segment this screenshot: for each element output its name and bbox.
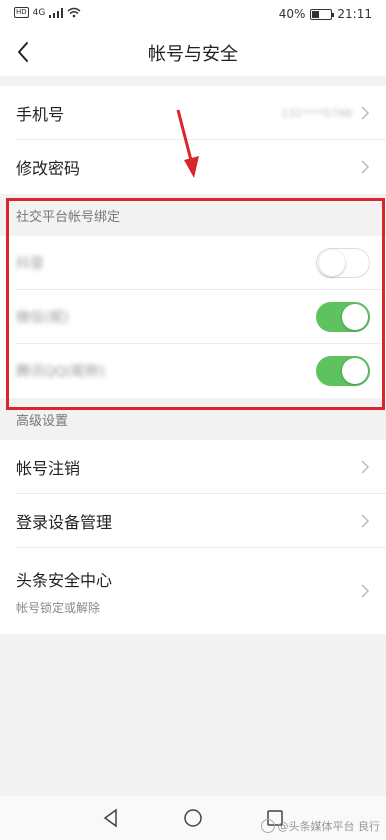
social-item-qq: 腾讯QQ(昵称) (0, 344, 386, 398)
change-password-label: 修改密码 (16, 159, 81, 178)
status-right: 40% 21:11 (279, 7, 372, 21)
battery-icon (310, 8, 335, 20)
battery-percent: 40% (278, 7, 306, 21)
back-arrow-icon[interactable] (12, 40, 36, 64)
signal-icon (49, 7, 64, 18)
qq-toggle[interactable] (316, 356, 370, 386)
nav-back-icon[interactable] (100, 807, 122, 829)
advanced-settings-header: 高级设置 (0, 398, 386, 440)
chevron-right-icon (361, 584, 370, 598)
device-management-row[interactable]: 登录设备管理 (0, 494, 386, 548)
battery-fill (312, 10, 320, 18)
douyin-toggle[interactable] (316, 248, 370, 278)
chevron-right-icon (361, 106, 370, 120)
toggle-knob (342, 358, 368, 384)
social-item-label: 微信(昵) (16, 310, 69, 326)
wifi-icon (67, 7, 81, 18)
nav-home-icon[interactable] (182, 807, 204, 829)
social-item-label: 腾讯QQ(昵称) (16, 364, 105, 380)
security-center-sub: 帐号锁定或解除 (16, 600, 101, 615)
section-gap (0, 76, 386, 86)
toggle-knob (319, 250, 345, 276)
chevron-right-icon (361, 514, 370, 528)
page-title: 帐号与安全 (148, 44, 238, 65)
security-center-text: 头条安全中心 帐号锁定或解除 (16, 567, 112, 616)
hd-badge: HD (14, 7, 29, 18)
change-password-row[interactable]: 修改密码 (0, 140, 386, 194)
social-item-label: 抖音 (16, 256, 44, 272)
status-left: HD 4G (14, 7, 81, 18)
device-management-label: 登录设备管理 (16, 513, 113, 532)
chevron-right-icon (361, 160, 370, 174)
social-item-douyin: 抖音 (0, 236, 386, 290)
phone-row[interactable]: 手机号 131****5748 (0, 86, 386, 140)
social-binding-header: 社交平台帐号绑定 (0, 194, 386, 236)
chevron-right-icon (361, 460, 370, 474)
clock: 21:11 (337, 7, 372, 21)
wechat-toggle[interactable] (316, 302, 370, 332)
watermark: @头条媒体平台 良行 (260, 818, 381, 834)
phone-label: 手机号 (16, 105, 65, 124)
nav-bar: 帐号与安全 (0, 30, 386, 76)
phone-value: 131****5748 (281, 106, 352, 120)
security-center-row[interactable]: 头条安全中心 帐号锁定或解除 (0, 548, 386, 634)
social-item-wechat: 微信(昵) (0, 290, 386, 344)
account-cancel-label: 帐号注销 (16, 459, 81, 478)
account-cancel-row[interactable]: 帐号注销 (0, 440, 386, 494)
security-center-label: 头条安全中心 (16, 570, 113, 590)
status-bar: HD 4G 40% 21:11 (0, 0, 386, 30)
network-type: 4G (32, 7, 46, 18)
toggle-knob (342, 304, 368, 330)
watermark-logo-icon (260, 819, 275, 833)
watermark-text: @头条媒体平台 良行 (277, 820, 381, 833)
